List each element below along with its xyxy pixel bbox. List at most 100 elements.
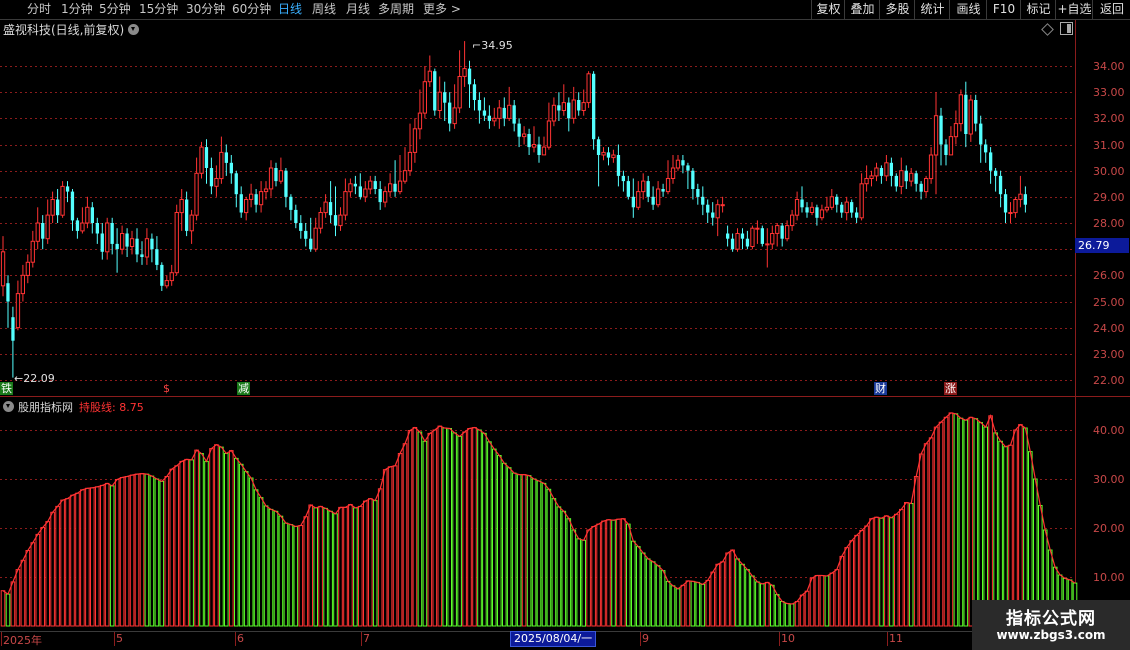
candle-body: [244, 199, 249, 214]
candle-body: [711, 212, 715, 218]
toolbar-button[interactable]: 返回: [1092, 0, 1130, 19]
indicator-bar: [884, 515, 889, 627]
candle-body: [855, 212, 859, 218]
candle-body: [417, 112, 423, 130]
indicator-bar: [303, 516, 309, 627]
chevron-down-icon[interactable]: [3, 401, 14, 412]
low-value: 22.09: [23, 372, 55, 385]
candle-body: [174, 212, 179, 274]
candle-body: [140, 254, 144, 257]
event-tag[interactable]: 涨: [944, 382, 957, 395]
candle-body: [507, 104, 512, 119]
period-tab[interactable]: 月线: [346, 1, 370, 17]
candle-body: [601, 151, 606, 156]
toolbar-button[interactable]: F10: [986, 0, 1021, 19]
event-tag[interactable]: 财: [874, 382, 887, 395]
indicator-bar: [20, 559, 26, 627]
period-tab[interactable]: 1分钟: [61, 1, 93, 17]
candle-body: [641, 180, 646, 193]
candle-body: [258, 191, 264, 206]
panel-toggle-icon[interactable]: [1060, 22, 1073, 35]
indicator-bar: [174, 465, 179, 627]
chevron-down-icon[interactable]: [128, 24, 140, 35]
candle-body: [517, 123, 521, 137]
stock-title[interactable]: 盛视科技(日线,前复权): [3, 21, 140, 38]
indicator-bar: [561, 510, 567, 627]
indicator-bar: [506, 467, 512, 627]
event-tag[interactable]: 铁: [0, 382, 13, 395]
indicator-bar: [0, 590, 6, 627]
indicator-bar: [472, 427, 477, 627]
indicator-bar: [224, 453, 229, 627]
indicator-bar: [184, 458, 189, 627]
indicator-bar: [363, 500, 368, 627]
period-tab[interactable]: 日线: [278, 1, 302, 17]
toolbar-button[interactable]: 多股: [879, 0, 915, 19]
indicator-bars: [0, 412, 1078, 627]
candle-body: [899, 170, 904, 187]
indicator-bar: [779, 601, 785, 627]
period-tab[interactable]: 周线: [312, 1, 336, 17]
indicator-bar: [854, 534, 859, 627]
candle-body: [274, 168, 278, 182]
indicator-title[interactable]: 股朋指标网 持股线: 8.75: [3, 399, 144, 415]
indicator-bar: [95, 486, 100, 627]
candle-body: [209, 168, 214, 187]
indicator-bar: [913, 476, 919, 627]
indicator-bar: [735, 558, 740, 627]
candle-body: [740, 233, 745, 239]
period-tab[interactable]: 30分钟: [186, 1, 225, 17]
indicator-bar: [229, 450, 234, 627]
event-tag[interactable]: 减: [237, 382, 250, 395]
indicator-bar: [278, 515, 284, 627]
toolbar-button[interactable]: 叠加: [844, 0, 880, 19]
indicator-bar: [10, 581, 16, 627]
indicator-bar: [655, 565, 661, 627]
toolbar-button[interactable]: 统计: [914, 0, 950, 19]
period-tab[interactable]: 更多 >: [423, 1, 461, 17]
indicator-bar: [765, 581, 770, 627]
candle-body: [626, 181, 630, 197]
indicator-bar: [1023, 427, 1028, 627]
indicator-bar: [154, 478, 160, 627]
toolbar-button[interactable]: 复权: [811, 0, 845, 19]
candle-body: [974, 100, 978, 124]
indicator-bar: [447, 428, 452, 627]
candle-body: [621, 175, 625, 182]
indicator-bar: [313, 507, 318, 627]
candle-body: [557, 105, 561, 111]
toolbar-button[interactable]: 标记: [1020, 0, 1056, 19]
candle-body: [616, 155, 621, 176]
date-tick-label: 7: [363, 632, 370, 645]
candle-body: [894, 175, 898, 187]
period-tab[interactable]: 分时: [27, 1, 51, 17]
period-tab[interactable]: 多周期: [378, 1, 414, 17]
indicator-bar: [993, 432, 998, 627]
indicator-bar: [626, 523, 631, 627]
toolbar-button[interactable]: 画线: [949, 0, 987, 19]
candle-body: [492, 117, 497, 122]
indicator-bar: [804, 590, 810, 627]
indicator-bar: [809, 577, 815, 627]
indicator-bar: [874, 516, 879, 627]
candle-body: [691, 170, 695, 189]
candle-body: [358, 186, 362, 197]
toolbar-button[interactable]: +自选: [1055, 0, 1093, 19]
indicator-bar: [904, 502, 909, 627]
candle-body: [179, 199, 184, 214]
price-tick-label: 22.00: [1093, 373, 1125, 387]
period-tab[interactable]: 15分钟: [139, 1, 178, 17]
indicator-bar: [869, 518, 874, 627]
indicator-bar: [273, 510, 279, 627]
indicator-bar: [670, 585, 676, 627]
indicator-bar: [1013, 429, 1018, 627]
period-tab[interactable]: 5分钟: [99, 1, 131, 17]
candle-body: [263, 188, 269, 193]
indicator-bar: [114, 479, 120, 627]
period-tab[interactable]: 60分钟: [232, 1, 271, 17]
indicator-bar: [234, 457, 239, 627]
candle-body: [874, 167, 879, 177]
indicator-bar: [159, 480, 165, 627]
event-tag[interactable]: $: [162, 382, 171, 395]
candle-body: [592, 73, 596, 140]
